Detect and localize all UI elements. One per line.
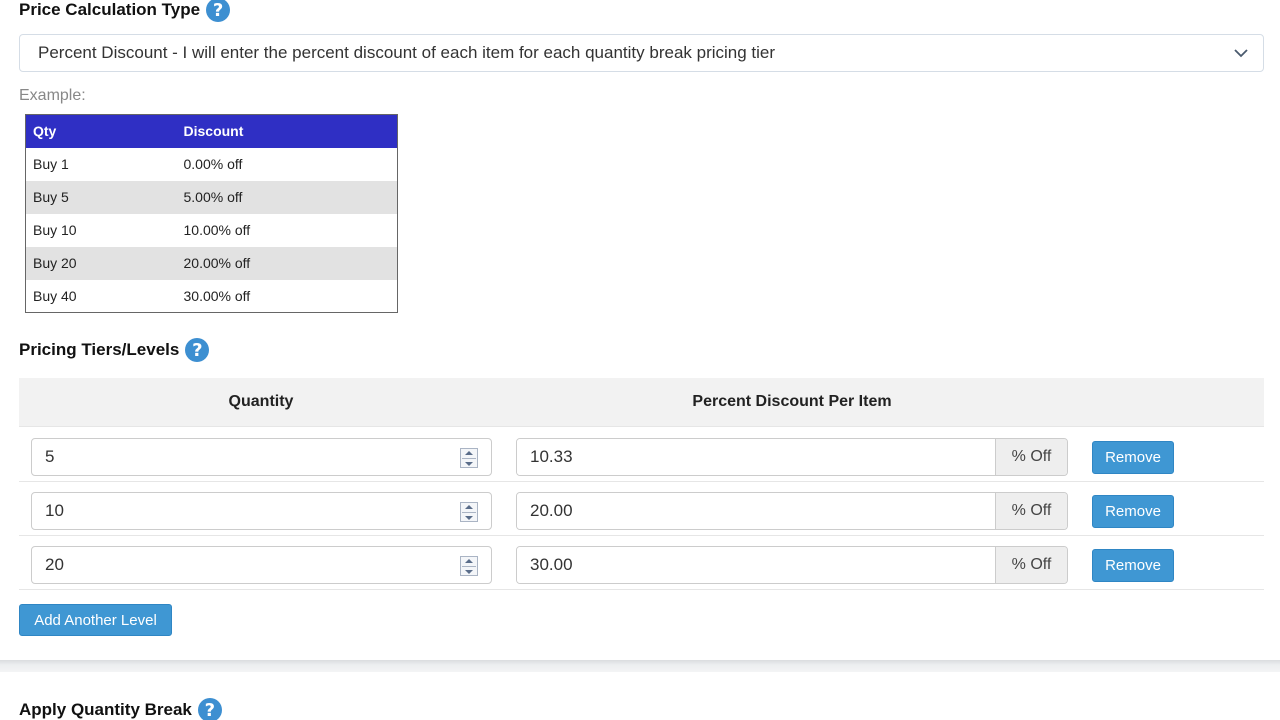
tier-row: 20 30.00 % Off Remove bbox=[19, 536, 1264, 590]
discount-input[interactable]: 20.00 bbox=[517, 493, 995, 529]
discount-input[interactable]: 10.33 bbox=[517, 439, 995, 475]
example-label: Example: bbox=[19, 87, 86, 104]
quantity-input[interactable]: 5 bbox=[31, 438, 492, 476]
selected-option: Percent Discount - I will enter the perc… bbox=[38, 43, 776, 62]
quantity-value: 20 bbox=[45, 555, 64, 574]
stepper-up-icon[interactable] bbox=[465, 558, 473, 563]
example-discount: 5.00% off bbox=[176, 180, 398, 214]
percent-off-addon: % Off bbox=[995, 439, 1067, 475]
quantity-stepper[interactable] bbox=[460, 556, 478, 576]
quantity-value: 5 bbox=[45, 447, 55, 466]
example-discount: 0.00% off bbox=[183, 156, 243, 172]
example-discount: 30.00% off bbox=[183, 287, 251, 304]
quantity-stepper[interactable] bbox=[460, 502, 478, 522]
quantity-input[interactable]: 10 bbox=[31, 492, 492, 530]
quantity-value: 10 bbox=[45, 501, 64, 520]
example-table-row: Buy 1 0.00% off bbox=[26, 148, 398, 181]
example-table-row: Buy 40 30.00% off bbox=[26, 280, 398, 313]
example-header-qty: Qty bbox=[25, 114, 177, 148]
example-table-row: Buy 20 20.00% off bbox=[25, 246, 398, 280]
example-table-row: Buy 10 10.00% off bbox=[26, 214, 398, 247]
price-calculation-type-title: Price Calculation Type bbox=[19, 0, 201, 19]
apply-quantity-break-heading: Apply Quantity Break ? bbox=[19, 698, 222, 720]
add-another-level-button[interactable]: Add Another Level bbox=[19, 604, 172, 636]
example-qty: Buy 40 bbox=[33, 287, 77, 304]
quantity-input[interactable]: 20 bbox=[31, 546, 492, 584]
price-calculation-type-select[interactable]: Percent Discount - I will enter the perc… bbox=[19, 34, 1264, 72]
question-circle-icon[interactable]: ? bbox=[197, 698, 222, 720]
stepper-up-icon[interactable] bbox=[465, 450, 473, 455]
example-discount: 10.00% off bbox=[183, 222, 251, 238]
stepper-down-icon[interactable] bbox=[465, 569, 473, 574]
column-header-percent-discount: Percent Discount Per Item bbox=[692, 393, 892, 410]
question-circle-icon[interactable]: ? bbox=[206, 0, 231, 22]
example-qty: Buy 5 bbox=[25, 180, 177, 214]
example-qty: Buy 10 bbox=[33, 222, 77, 238]
stepper-down-icon[interactable] bbox=[465, 461, 473, 466]
stepper-down-icon[interactable] bbox=[465, 515, 473, 520]
remove-button[interactable]: Remove bbox=[1092, 441, 1174, 474]
percent-off-addon: % Off bbox=[995, 547, 1067, 583]
chevron-down-icon bbox=[1234, 49, 1248, 58]
price-calculation-type-heading: Price Calculation Type ? bbox=[19, 0, 231, 22]
quantity-stepper[interactable] bbox=[460, 448, 478, 468]
pricing-tiers-title: Pricing Tiers/Levels bbox=[19, 340, 180, 359]
section-divider bbox=[0, 660, 1280, 672]
tier-row: 5 10.33 % Off Remove bbox=[19, 428, 1264, 482]
example-qty: Buy 1 bbox=[33, 156, 69, 172]
example-header-discount: Discount bbox=[176, 114, 398, 148]
example-table: Qty Discount Buy 1 0.00% off Buy 5 5.00%… bbox=[25, 114, 398, 313]
discount-input-group: 10.33 % Off bbox=[516, 438, 1068, 476]
question-circle-icon[interactable]: ? bbox=[185, 338, 210, 362]
example-qty: Buy 20 bbox=[25, 246, 177, 280]
tier-row: 10 20.00 % Off Remove bbox=[19, 482, 1264, 536]
pricing-tiers-heading: Pricing Tiers/Levels ? bbox=[19, 338, 210, 362]
example-discount: 20.00% off bbox=[176, 246, 398, 280]
remove-button[interactable]: Remove bbox=[1092, 495, 1174, 528]
discount-input-group: 30.00 % Off bbox=[516, 546, 1068, 584]
percent-off-addon: % Off bbox=[995, 493, 1067, 529]
example-table-row: Buy 5 5.00% off bbox=[25, 180, 398, 214]
tiers-table-header: Quantity Percent Discount Per Item bbox=[19, 378, 1264, 427]
discount-input[interactable]: 30.00 bbox=[517, 547, 995, 583]
discount-input-group: 20.00 % Off bbox=[516, 492, 1068, 530]
apply-quantity-break-title: Apply Quantity Break bbox=[19, 700, 192, 719]
stepper-up-icon[interactable] bbox=[465, 504, 473, 509]
example-table-header: Qty Discount bbox=[25, 114, 398, 148]
column-header-quantity: Quantity bbox=[228, 393, 294, 410]
remove-button[interactable]: Remove bbox=[1092, 549, 1174, 582]
